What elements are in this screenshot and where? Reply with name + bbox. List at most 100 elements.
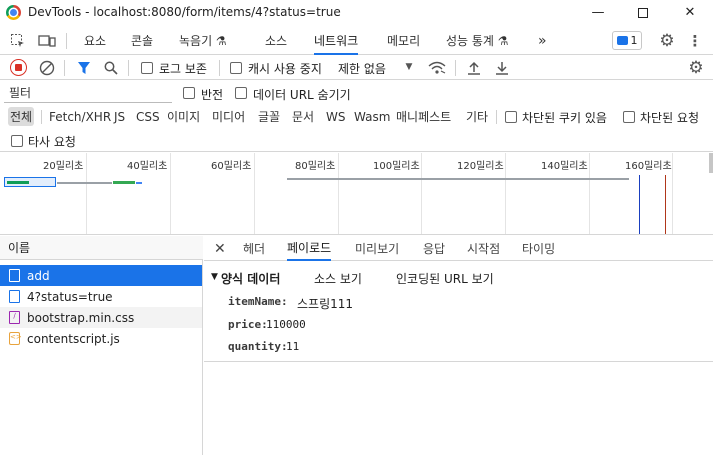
import-har-icon[interactable] (465, 59, 482, 76)
message-icon (616, 36, 628, 45)
blocked-cookies-checkbox[interactable] (505, 111, 517, 123)
type-filter-media[interactable]: 미디어 (210, 107, 247, 126)
tab-recorder[interactable]: 녹음기 ⚗ (179, 27, 227, 54)
type-filter-css[interactable]: CSS (134, 107, 162, 126)
device-toolbar-icon[interactable] (36, 32, 58, 50)
tab-timing[interactable]: 타이밍 (522, 236, 555, 261)
type-filter-wasm[interactable]: Wasm (352, 107, 392, 126)
tab-headers[interactable]: 헤더 (243, 236, 265, 261)
blocked-requests-label: 차단된 요청 (640, 111, 700, 125)
form-field-key: quantity: (228, 340, 288, 353)
type-filter-doc[interactable]: 문서 (290, 107, 316, 126)
panel-tabs-bar: 요소 콘솔 녹음기 ⚗ 소스 네트워크 메모리 성능 통계 ⚗ » 1 ⚙ ⋮ (0, 27, 713, 55)
network-conditions-icon[interactable] (427, 59, 447, 76)
inspect-element-icon[interactable] (8, 32, 28, 50)
request-name: bootstrap.min.css (27, 310, 135, 325)
request-row[interactable]: add (0, 265, 202, 286)
throttling-select[interactable]: 제한 없음 (338, 60, 386, 77)
tab-preview[interactable]: 미리보기 (355, 236, 399, 261)
tab-initiator[interactable]: 시작점 (467, 236, 500, 261)
timing-bar (287, 178, 629, 180)
request-row[interactable]: <> contentscript.js (0, 328, 202, 349)
view-source-link[interactable]: 소스 보기 (314, 270, 362, 287)
tick-label: 160밀리초 (625, 161, 672, 172)
type-filter-other[interactable]: 기타 (464, 107, 490, 126)
form-field-value: 11 (286, 340, 300, 353)
type-filter-manifest[interactable]: 매니페스트 (394, 107, 453, 126)
blocked-requests-checkbox[interactable] (623, 111, 635, 123)
maximize-button[interactable] (620, 0, 666, 25)
tab-performance-insights[interactable]: 성능 통계 ⚗ (446, 27, 509, 54)
view-url-encoded-link[interactable]: 인코딩된 URL 보기 (396, 270, 494, 287)
document-icon (9, 290, 20, 303)
request-name: contentscript.js (27, 331, 120, 346)
tab-sources[interactable]: 소스 (265, 27, 287, 54)
close-detail-icon[interactable]: ✕ (214, 236, 226, 261)
form-data-title[interactable]: 양식 데이터 (221, 270, 280, 287)
form-field-key: itemName: (228, 295, 288, 308)
type-filter-fonts[interactable]: 글꼴 (256, 107, 282, 126)
request-detail-pane: ✕ 헤더 페이로드 미리보기 응답 시작점 타이밍 ▼ 양식 데이터 소스 보기… (204, 236, 713, 455)
issues-badge[interactable]: 1 (612, 31, 642, 50)
maximize-icon (638, 7, 648, 18)
dom-content-loaded-line (639, 175, 640, 234)
tick-label: 40밀리초 (127, 161, 168, 172)
more-tabs-button[interactable]: » (538, 27, 547, 54)
timing-bar (136, 182, 142, 184)
document-icon (9, 269, 20, 282)
tab-console[interactable]: 콘솔 (131, 27, 153, 54)
type-filter-all[interactable]: 전체 (8, 107, 35, 126)
window-title: DevTools - localhost:8080/form/items/4?s… (28, 5, 341, 19)
record-stop-icon[interactable] (10, 59, 27, 76)
collapse-triangle-icon[interactable]: ▼ (211, 272, 218, 282)
network-overview-timeline[interactable]: 20밀리초 40밀리초 60밀리초 80밀리초 100밀리초 120밀리초 14… (0, 153, 713, 235)
third-party-checkbox[interactable] (11, 135, 23, 147)
invert-label: 반전 (201, 88, 224, 102)
settings-gear-icon[interactable]: ⚙ (656, 31, 678, 51)
chrome-logo-icon (6, 5, 21, 20)
filter-input[interactable]: 필터 (4, 83, 172, 103)
invert-checkbox[interactable] (183, 87, 195, 99)
request-row[interactable]: ∕ bootstrap.min.css (0, 307, 202, 328)
kebab-menu-icon[interactable]: ⋮ (686, 31, 704, 51)
preserve-log-label: 로그 보존 (159, 62, 207, 76)
preserve-log-checkbox[interactable] (141, 62, 153, 74)
clear-icon[interactable] (38, 59, 55, 76)
type-filter-js[interactable]: JS (112, 107, 127, 126)
tab-memory[interactable]: 메모리 (387, 27, 420, 54)
network-settings-gear-icon[interactable]: ⚙ (686, 58, 706, 78)
filter-funnel-icon[interactable] (75, 59, 92, 76)
export-har-icon[interactable] (493, 59, 510, 76)
hide-data-urls-checkbox[interactable] (235, 87, 247, 99)
blocked-cookies-label: 차단된 쿠키 있음 (522, 111, 607, 125)
type-filter-images[interactable]: 이미지 (165, 107, 202, 126)
load-event-line (665, 175, 666, 234)
tab-network[interactable]: 네트워크 (314, 27, 359, 55)
type-filter-ws[interactable]: WS (324, 107, 347, 126)
timing-bar (113, 181, 135, 184)
timing-bar (57, 182, 112, 184)
close-window-button[interactable]: ✕ (667, 0, 713, 25)
minimize-button[interactable]: — (575, 0, 621, 25)
title-bar: DevTools - localhost:8080/form/items/4?s… (0, 0, 713, 25)
overview-scrollbar[interactable] (709, 153, 713, 173)
tab-elements[interactable]: 요소 (84, 27, 106, 54)
tab-payload[interactable]: 페이로드 (287, 236, 332, 261)
chevron-down-icon[interactable]: ▼ (403, 61, 415, 73)
timing-bar (7, 181, 29, 184)
form-field-value: 110000 (266, 318, 306, 331)
tick-label: 100밀리초 (373, 161, 420, 172)
request-row[interactable]: 4?status=true (0, 286, 202, 307)
filter-row: 필터 반전 데이터 URL 숨기기 (0, 82, 713, 104)
search-icon[interactable] (102, 59, 119, 76)
issues-count: 1 (630, 34, 638, 47)
name-column-header[interactable]: 이름 (0, 236, 203, 260)
third-party-row: 타사 요청 (0, 130, 713, 152)
type-filter-fetch-xhr[interactable]: Fetch/XHR (47, 107, 113, 126)
resource-type-filters: 전체 Fetch/XHR JS CSS 이미지 미디어 글꼴 문서 WS Was… (0, 106, 713, 128)
tick-label: 140밀리초 (541, 161, 588, 172)
disable-cache-checkbox[interactable] (230, 62, 242, 74)
tick-label: 120밀리초 (457, 161, 504, 172)
request-name: add (27, 268, 50, 283)
tab-response[interactable]: 응답 (423, 236, 445, 261)
